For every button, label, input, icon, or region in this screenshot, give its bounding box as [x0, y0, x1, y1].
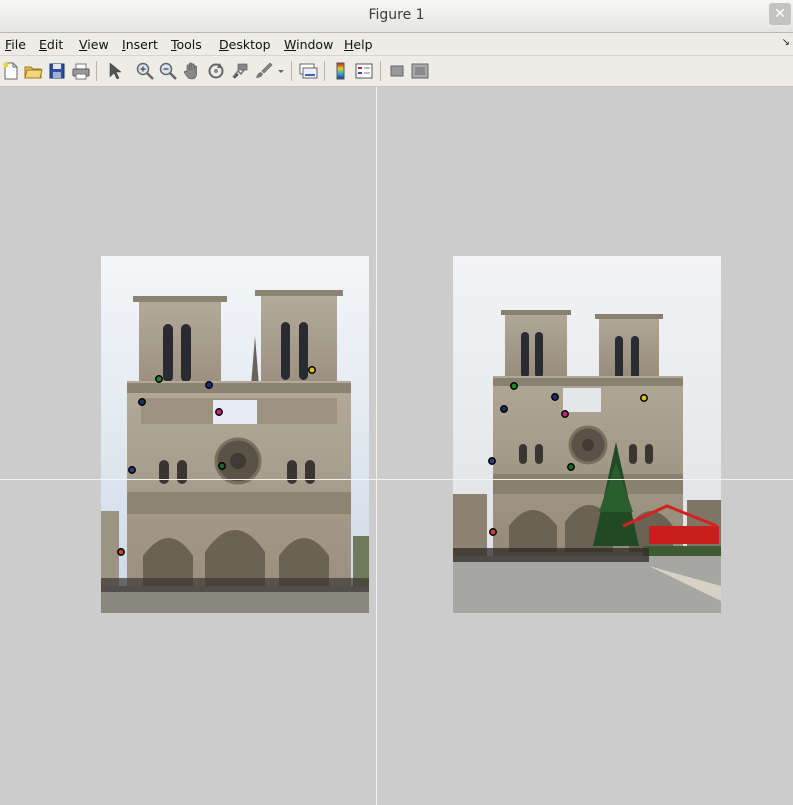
menu-tools-rest: ools	[176, 37, 202, 52]
brush-icon[interactable]	[254, 61, 274, 81]
menu-tools[interactable]: Tools	[171, 37, 202, 52]
print-figure-icon[interactable]	[71, 61, 91, 81]
menu-edit-key: E	[39, 37, 47, 52]
toolbar-separator	[96, 61, 97, 81]
keypoint-marker	[155, 375, 163, 383]
figure-canvas[interactable]	[0, 87, 793, 805]
open-file-icon[interactable]	[23, 61, 43, 81]
insert-legend-icon[interactable]	[354, 61, 374, 81]
show-plot-tools-icon[interactable]	[410, 61, 430, 81]
keypoint-marker	[500, 405, 508, 413]
keypoint-marker	[205, 381, 213, 389]
dock-figure-icon[interactable]: ↘	[782, 37, 790, 48]
toolbar-separator	[291, 61, 292, 81]
save-figure-icon[interactable]	[47, 61, 67, 81]
keypoint-marker	[567, 463, 575, 471]
menu-edit-rest: dit	[46, 37, 64, 52]
hide-plot-tools-icon[interactable]	[387, 61, 407, 81]
menu-desktop-rest: esktop	[228, 37, 271, 52]
menu-help-key: H	[344, 37, 354, 52]
edit-plot-arrow-icon[interactable]	[104, 61, 124, 81]
crosshair-vertical	[376, 87, 377, 805]
menu-view[interactable]: View	[79, 37, 109, 52]
zoom-in-icon[interactable]	[135, 61, 155, 81]
close-icon[interactable]: ✕	[769, 3, 791, 25]
toolbar-separator	[324, 61, 325, 81]
rotate-3d-icon[interactable]	[206, 61, 226, 81]
menu-desktop[interactable]: Desktop	[219, 37, 271, 52]
link-plot-icon[interactable]	[298, 61, 318, 81]
menu-window[interactable]: Window	[284, 37, 333, 52]
keypoint-marker	[308, 366, 316, 374]
menu-insert[interactable]: Insert	[122, 37, 158, 52]
window-title: Figure 1	[368, 7, 425, 23]
crosshair-horizontal	[0, 479, 793, 480]
keypoint-marker	[128, 466, 136, 474]
menu-insert-rest: nsert	[125, 37, 158, 52]
keypoint-marker	[561, 410, 569, 418]
keypoint-marker	[488, 457, 496, 465]
menu-view-rest: iew	[87, 37, 109, 52]
menu-window-key: W	[284, 37, 297, 52]
menu-bar: File Edit View Insert Tools Desktop Wind…	[0, 33, 793, 56]
left-image	[101, 256, 369, 613]
menu-help[interactable]: Help	[344, 37, 373, 52]
zoom-out-icon[interactable]	[158, 61, 178, 81]
pan-hand-icon[interactable]	[182, 61, 202, 81]
menu-window-rest: indow	[296, 37, 334, 52]
keypoint-marker	[551, 393, 559, 401]
menu-desktop-key: D	[219, 37, 229, 52]
figure-toolbar	[0, 56, 793, 87]
keypoint-marker	[218, 462, 226, 470]
data-cursor-icon[interactable]	[230, 61, 250, 81]
keypoint-marker	[510, 382, 518, 390]
insert-colorbar-icon[interactable]	[331, 61, 351, 81]
menu-file[interactable]: File	[5, 37, 26, 52]
keypoint-marker	[489, 528, 497, 536]
menu-edit[interactable]: Edit	[39, 37, 63, 52]
right-image	[453, 256, 721, 613]
keypoint-marker	[138, 398, 146, 406]
new-figure-icon[interactable]	[1, 61, 21, 81]
menu-file-rest: ile	[11, 37, 26, 52]
keypoint-marker	[117, 548, 125, 556]
menu-help-rest: elp	[353, 37, 373, 52]
keypoint-marker	[215, 408, 223, 416]
brush-dropdown-icon[interactable]	[276, 61, 286, 81]
keypoint-marker	[640, 394, 648, 402]
toolbar-separator	[380, 61, 381, 81]
window-titlebar[interactable]: Figure 1 ✕	[0, 0, 793, 33]
